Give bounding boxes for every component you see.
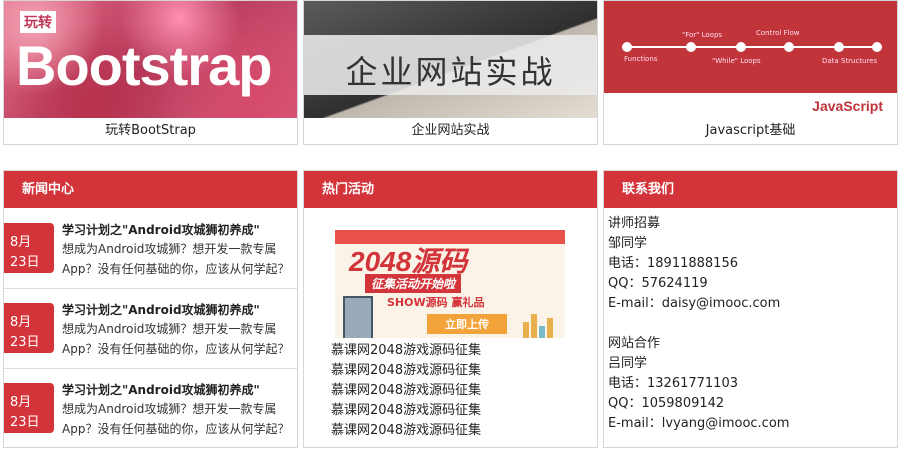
- date-month: 8月: [10, 395, 32, 410]
- contact-qq: QQ：1059809142: [608, 396, 725, 411]
- news-panel: 新闻中心 8月 23日 学习计划之"Android攻城狮初养成" 想成为Andr…: [3, 170, 298, 448]
- date-badge: 8月 23日: [4, 223, 54, 273]
- activity-list: 慕课网2048游戏源码征集 慕课网2048游戏源码征集 慕课网2048游戏源码征…: [331, 341, 481, 441]
- date-badge: 8月 23日: [4, 303, 54, 353]
- course-thumbnail[interactable]: "For" Loops Control Flow Functions "Whil…: [604, 1, 897, 118]
- thumb-title: 企业网站实战: [345, 53, 556, 91]
- activity-link[interactable]: 慕课网2048游戏源码征集: [331, 401, 481, 421]
- news-description: 想成为Android攻城狮？想开发一款专属App？没有任何基础的你，应该从何学起…: [62, 242, 290, 276]
- contact-phone: 电话：18911888156: [608, 256, 738, 271]
- news-description: 想成为Android攻城狮？想开发一款专属App？没有任何基础的你，应该从何学起…: [62, 402, 290, 436]
- phone-icon: [343, 296, 373, 338]
- news-title[interactable]: 学习计划之"Android攻城狮初养成": [62, 301, 260, 318]
- activity-link[interactable]: 慕课网2048游戏源码征集: [331, 381, 481, 401]
- roadmap-label: Control Flow: [756, 29, 800, 37]
- date-day: 23日: [10, 335, 40, 350]
- activity-link[interactable]: 慕课网2048游戏源码征集: [331, 361, 481, 381]
- news-description: 想成为Android攻城狮？想开发一款专属App？没有任何基础的你，应该从何学起…: [62, 322, 290, 356]
- course-thumbnail[interactable]: 企业网站实战: [304, 1, 597, 118]
- contact-email[interactable]: E-mail：lvyang@imooc.com: [608, 414, 789, 434]
- roadmap-label: Data Structures: [822, 57, 878, 65]
- contact-email[interactable]: E-mail：daisy@imooc.com: [608, 294, 789, 314]
- news-title[interactable]: 学习计划之"Android攻城狮初养成": [62, 381, 260, 398]
- activity-link[interactable]: 慕课网2048游戏源码征集: [331, 341, 481, 361]
- banner-show: SHOW源码 赢礼品: [387, 296, 485, 309]
- date-day: 23日: [10, 255, 40, 270]
- news-item[interactable]: 8月 23日 学习计划之"Android攻城狮初养成" 想成为Android攻城…: [4, 209, 297, 289]
- roadmap-label: Functions: [624, 55, 658, 63]
- date-month: 8月: [10, 315, 32, 330]
- panel-title: 联系我们: [604, 171, 897, 208]
- contact-info: 讲师招募 邹同学 电话：18911888156 QQ：57624119 E-ma…: [608, 214, 789, 434]
- panel-title: 新闻中心: [4, 171, 297, 208]
- date-day: 23日: [10, 415, 40, 430]
- contact-panel: 联系我们 讲师招募 邹同学 电话：18911888156 QQ：57624119…: [603, 170, 898, 448]
- news-title[interactable]: 学习计划之"Android攻城狮初养成": [62, 221, 260, 238]
- roadmap-label: "For" Loops: [682, 31, 723, 39]
- date-badge: 8月 23日: [4, 383, 54, 433]
- thumb-title: JavaScript: [812, 98, 883, 114]
- upload-button[interactable]: 立即上传: [427, 314, 507, 334]
- activity-banner[interactable]: 2048源码 征集活动开始啦 SHOW源码 赢礼品 立即上传: [335, 230, 565, 338]
- contact-section-title: 讲师招募: [608, 216, 661, 231]
- contact-section-title: 网站合作: [608, 336, 661, 351]
- date-month: 8月: [10, 235, 32, 250]
- contact-name: 吕同学: [608, 356, 648, 371]
- thumb-roadmap: "For" Loops Control Flow Functions "Whil…: [604, 1, 897, 93]
- contact-phone: 电话：13261771103: [608, 376, 738, 391]
- course-title[interactable]: Javascript基础: [604, 117, 897, 144]
- news-item[interactable]: 8月 23日 学习计划之"Android攻城狮初养成" 想成为Android攻城…: [4, 369, 297, 447]
- activities-panel: 热门活动 2048源码 征集活动开始啦 SHOW源码 赢礼品 立即上传 慕课网2…: [303, 170, 598, 448]
- course-card-enterprise[interactable]: 企业网站实战 企业网站实战: [303, 0, 598, 145]
- banner-subline: 征集活动开始啦: [365, 274, 462, 293]
- contact-name: 邹同学: [608, 236, 648, 251]
- activity-link[interactable]: 慕课网2048游戏源码征集: [331, 421, 481, 441]
- course-card-bootstrap[interactable]: 玩转 Bootstrap 玩转BootStrap: [3, 0, 298, 145]
- contact-qq: QQ：57624119: [608, 276, 708, 291]
- panel-title: 热门活动: [304, 171, 597, 208]
- roadmap-label: "While" Loops: [712, 57, 761, 65]
- course-title[interactable]: 企业网站实战: [304, 117, 597, 144]
- course-title[interactable]: 玩转BootStrap: [4, 117, 297, 144]
- thumb-tag: 玩转: [20, 11, 56, 33]
- course-card-javascript[interactable]: "For" Loops Control Flow Functions "Whil…: [603, 0, 898, 145]
- news-item[interactable]: 8月 23日 学习计划之"Android攻城狮初养成" 想成为Android攻城…: [4, 289, 297, 369]
- course-thumbnail[interactable]: 玩转 Bootstrap: [4, 1, 297, 118]
- thumb-title: Bootstrap: [16, 34, 272, 97]
